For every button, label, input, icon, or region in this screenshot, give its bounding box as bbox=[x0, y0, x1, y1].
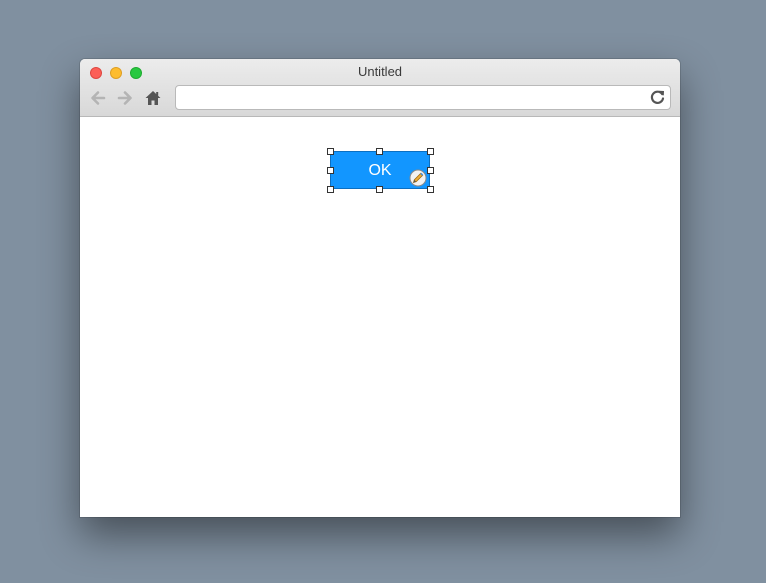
home-button[interactable] bbox=[143, 88, 163, 108]
page-canvas: OK bbox=[80, 117, 680, 517]
address-input[interactable] bbox=[182, 89, 642, 106]
resize-handle-right[interactable] bbox=[427, 167, 434, 174]
resize-handle-top-right[interactable] bbox=[427, 148, 434, 155]
back-button[interactable] bbox=[88, 88, 108, 108]
forward-button[interactable] bbox=[115, 88, 135, 108]
resize-handle-bottom-left[interactable] bbox=[327, 186, 334, 193]
browser-window: Untitled OK bbox=[80, 59, 680, 517]
address-bar[interactable] bbox=[175, 85, 671, 110]
resize-handle-left[interactable] bbox=[327, 167, 334, 174]
resize-handle-bottom[interactable] bbox=[376, 186, 383, 193]
reload-icon bbox=[650, 90, 665, 104]
resize-handle-top[interactable] bbox=[376, 148, 383, 155]
arrow-left-icon bbox=[91, 91, 106, 105]
resize-handle-bottom-right[interactable] bbox=[427, 186, 434, 193]
window-title: Untitled bbox=[357, 64, 403, 79]
resize-handle-top-left[interactable] bbox=[327, 148, 334, 155]
arrow-right-icon bbox=[117, 91, 132, 105]
edit-button[interactable] bbox=[409, 169, 427, 187]
title-bar: Untitled bbox=[80, 59, 680, 117]
reload-button[interactable] bbox=[649, 89, 666, 106]
home-icon bbox=[145, 91, 161, 105]
pencil-edit-icon bbox=[409, 169, 427, 187]
